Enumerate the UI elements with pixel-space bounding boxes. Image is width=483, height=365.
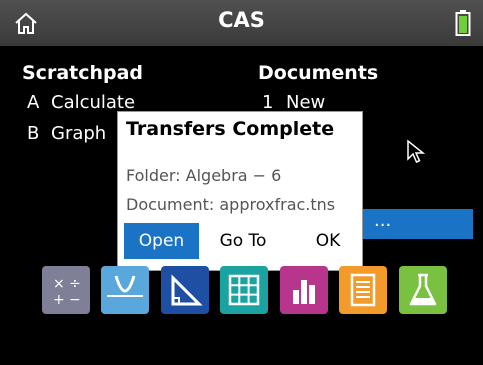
svg-text:÷: ÷: [69, 276, 81, 292]
title-bar: CAS: [0, 0, 483, 46]
open-button[interactable]: Open: [124, 223, 199, 259]
selected-item-text: ...: [374, 210, 392, 231]
notes-app-tile[interactable]: [339, 266, 387, 314]
menu-key: B: [27, 123, 40, 144]
scratchpad-heading: Scratchpad: [22, 62, 144, 84]
menu-label: Graph: [51, 123, 107, 144]
notes-icon: [350, 273, 376, 307]
geometry-icon: [171, 274, 203, 306]
menu-key: 1: [262, 92, 274, 113]
folder-label: Folder: Algebra − 6: [126, 166, 282, 185]
graphs-icon: [107, 275, 143, 297]
goto-button[interactable]: Go To: [208, 223, 278, 259]
app-title: CAS: [218, 8, 265, 32]
lists-spreadsheet-app-tile[interactable]: [220, 266, 268, 314]
calculator-app-tile[interactable]: × ÷ + −: [42, 266, 90, 314]
documents-heading: Documents: [258, 62, 379, 84]
svg-text:+: +: [53, 292, 65, 308]
geometry-app-tile[interactable]: [161, 266, 209, 314]
menu-item-new[interactable]: 1 New: [262, 92, 325, 113]
menu-item-graph[interactable]: B Graph: [27, 123, 106, 144]
pointer-cursor-icon: [407, 139, 426, 163]
dialog-title: Transfers Complete: [126, 118, 335, 140]
svg-text:×: ×: [53, 276, 65, 292]
menu-key: A: [27, 92, 40, 113]
battery-icon: [455, 10, 471, 36]
vernier-dataquest-app-tile[interactable]: [399, 266, 447, 314]
data-statistics-app-tile[interactable]: [280, 266, 328, 314]
spreadsheet-icon: [228, 274, 260, 306]
menu-item-calculate[interactable]: A Calculate: [27, 92, 135, 113]
menu-label: Calculate: [51, 92, 136, 113]
ok-button[interactable]: OK: [298, 223, 358, 259]
svg-text:−: −: [69, 292, 81, 308]
bar-chart-icon: [293, 280, 315, 304]
calculator-icon: × ÷ + −: [53, 276, 81, 308]
selected-document-item[interactable]: ...: [352, 209, 473, 239]
flask-icon: [409, 273, 437, 306]
menu-label: New: [286, 92, 326, 113]
transfers-complete-dialog: Transfers Complete Folder: Algebra − 6 D…: [118, 112, 362, 270]
graphs-app-tile[interactable]: [101, 266, 149, 314]
document-label: Document: approxfrac.tns: [126, 195, 336, 214]
